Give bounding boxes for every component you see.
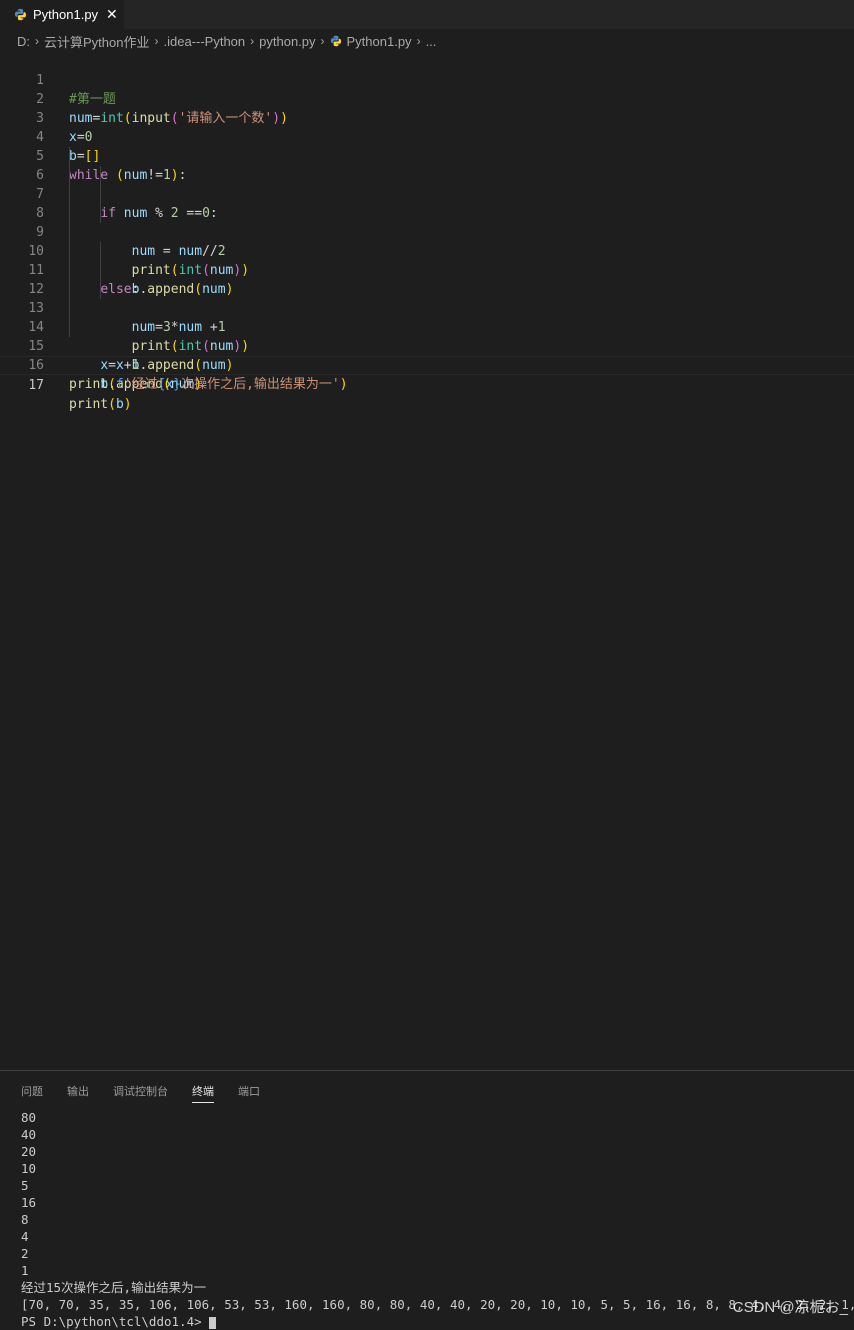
indent-guide — [69, 299, 70, 318]
indent-guide — [69, 261, 70, 280]
code-line: 10 else: — [0, 223, 854, 297]
code-text: print(f'经过{x}次操作之后,输出结果为一') — [69, 377, 348, 392]
code-line: 1 #第一题 — [0, 52, 854, 107]
indent-guide — [69, 166, 70, 185]
breadcrumb-folder-idea[interactable]: .idea---Python — [163, 34, 245, 49]
indent-guide — [100, 166, 101, 185]
indent-guide — [100, 242, 101, 261]
terminal-line: 16 — [21, 1195, 37, 1210]
terminal-line: 80 — [21, 1110, 37, 1125]
code-line: 15 b.append(num) — [0, 318, 854, 392]
terminal-line: 5 — [21, 1178, 29, 1193]
breadcrumb-folder-python[interactable]: python.py — [259, 34, 315, 49]
bottom-panel: 问题 输出 调试控制台 终端 端口 80 40 20 10 5 16 8 4 2… — [0, 1070, 854, 1329]
terminal-line: 2 — [21, 1246, 29, 1261]
terminal-line: 40 — [21, 1127, 37, 1142]
code-line: 8 print(int(num)) — [0, 185, 854, 278]
indent-guide — [69, 280, 70, 299]
code-line: 6 if num % 2 ==0: — [0, 147, 854, 221]
breadcrumb: D: › 云计算Python作业 › .idea---Python › pyth… — [0, 29, 854, 53]
code-line: 4 b=[] — [0, 109, 854, 164]
terminal-line: 20 — [21, 1144, 37, 1159]
code-line: 14 x=x+1 — [0, 299, 854, 373]
breadcrumb-folder-cloud[interactable]: 云计算Python作业 — [44, 32, 149, 51]
code-line: 13 b.append(num) — [0, 280, 854, 373]
tab-problems[interactable]: 问题 — [21, 1083, 43, 1099]
breadcrumb-symbols[interactable]: ... — [426, 34, 437, 49]
code-line: 3 x=0 — [0, 90, 854, 145]
close-icon[interactable]: ✕ — [106, 8, 118, 22]
tab-python1-py[interactable]: Python1.py ✕ — [0, 0, 124, 29]
indent-guide — [100, 204, 101, 223]
python-file-icon — [14, 8, 27, 21]
tab-filename: Python1.py — [33, 7, 99, 22]
indent-guide — [69, 242, 70, 261]
chevron-right-icon: › — [154, 34, 159, 48]
tab-terminal[interactable]: 终端 — [192, 1083, 214, 1103]
chevron-right-icon: › — [35, 34, 39, 48]
breadcrumb-drive[interactable]: D: — [17, 34, 30, 49]
indent-guide — [100, 280, 101, 299]
tab-ports[interactable]: 端口 — [238, 1083, 260, 1099]
code-line: 9 b.append(num) — [0, 204, 854, 297]
code-line: 11 num=3*num +1 — [0, 242, 854, 335]
indent-guide — [69, 223, 70, 242]
terminal-cursor — [209, 1316, 217, 1329]
indent-guide — [69, 318, 70, 337]
indent-guide — [100, 185, 101, 204]
code-line: 12 print(int(num)) — [0, 261, 854, 354]
panel-tab-bar: 问题 输出 调试控制台 终端 端口 — [0, 1071, 854, 1107]
watermark: CSDN @凉栀お_ — [732, 1299, 848, 1316]
code-line-current: 17 print(b) — [0, 356, 854, 412]
editor-tab-bar: Python1.py ✕ — [0, 0, 854, 29]
terminal-line: 10 — [21, 1161, 37, 1176]
indent-guide — [100, 261, 101, 280]
terminal-line: 经过15次操作之后,输出结果为一 — [21, 1280, 207, 1295]
code-editor[interactable]: 1 #第一题 2 num=int(input('请输入一个数')) 3 x=0 … — [0, 52, 854, 1070]
terminal-line: 4 — [21, 1229, 29, 1244]
terminal-output[interactable]: 80 40 20 10 5 16 8 4 2 1 经过15次操作之后,输出结果为… — [21, 1109, 854, 1330]
tab-debug-console[interactable]: 调试控制台 — [113, 1083, 168, 1099]
python-file-icon — [330, 35, 341, 47]
terminal-line: 8 — [21, 1212, 29, 1227]
terminal-line: 1 — [21, 1263, 29, 1278]
code-line: 2 num=int(input('请输入一个数')) — [0, 71, 854, 126]
code-line: 7 num = num//2 — [0, 166, 854, 259]
breadcrumb-file[interactable]: Python1.py — [347, 34, 412, 49]
chevron-right-icon: › — [416, 34, 421, 48]
terminal-line: [70, 70, 35, 35, 106, 106, 53, 53, 160, … — [21, 1297, 854, 1312]
code-text: print(b) — [69, 397, 132, 412]
indent-guide — [69, 185, 70, 204]
indent-guide — [69, 147, 70, 166]
code-line: 16 print(f'经过{x}次操作之后,输出结果为一') — [0, 337, 854, 392]
line-number: 17 — [28, 378, 44, 393]
tab-output[interactable]: 输出 — [67, 1083, 89, 1099]
indent-guide — [69, 204, 70, 223]
code-line: 5 while (num!=1): — [0, 128, 854, 183]
chevron-right-icon: › — [250, 34, 255, 48]
chevron-right-icon: › — [320, 34, 325, 48]
